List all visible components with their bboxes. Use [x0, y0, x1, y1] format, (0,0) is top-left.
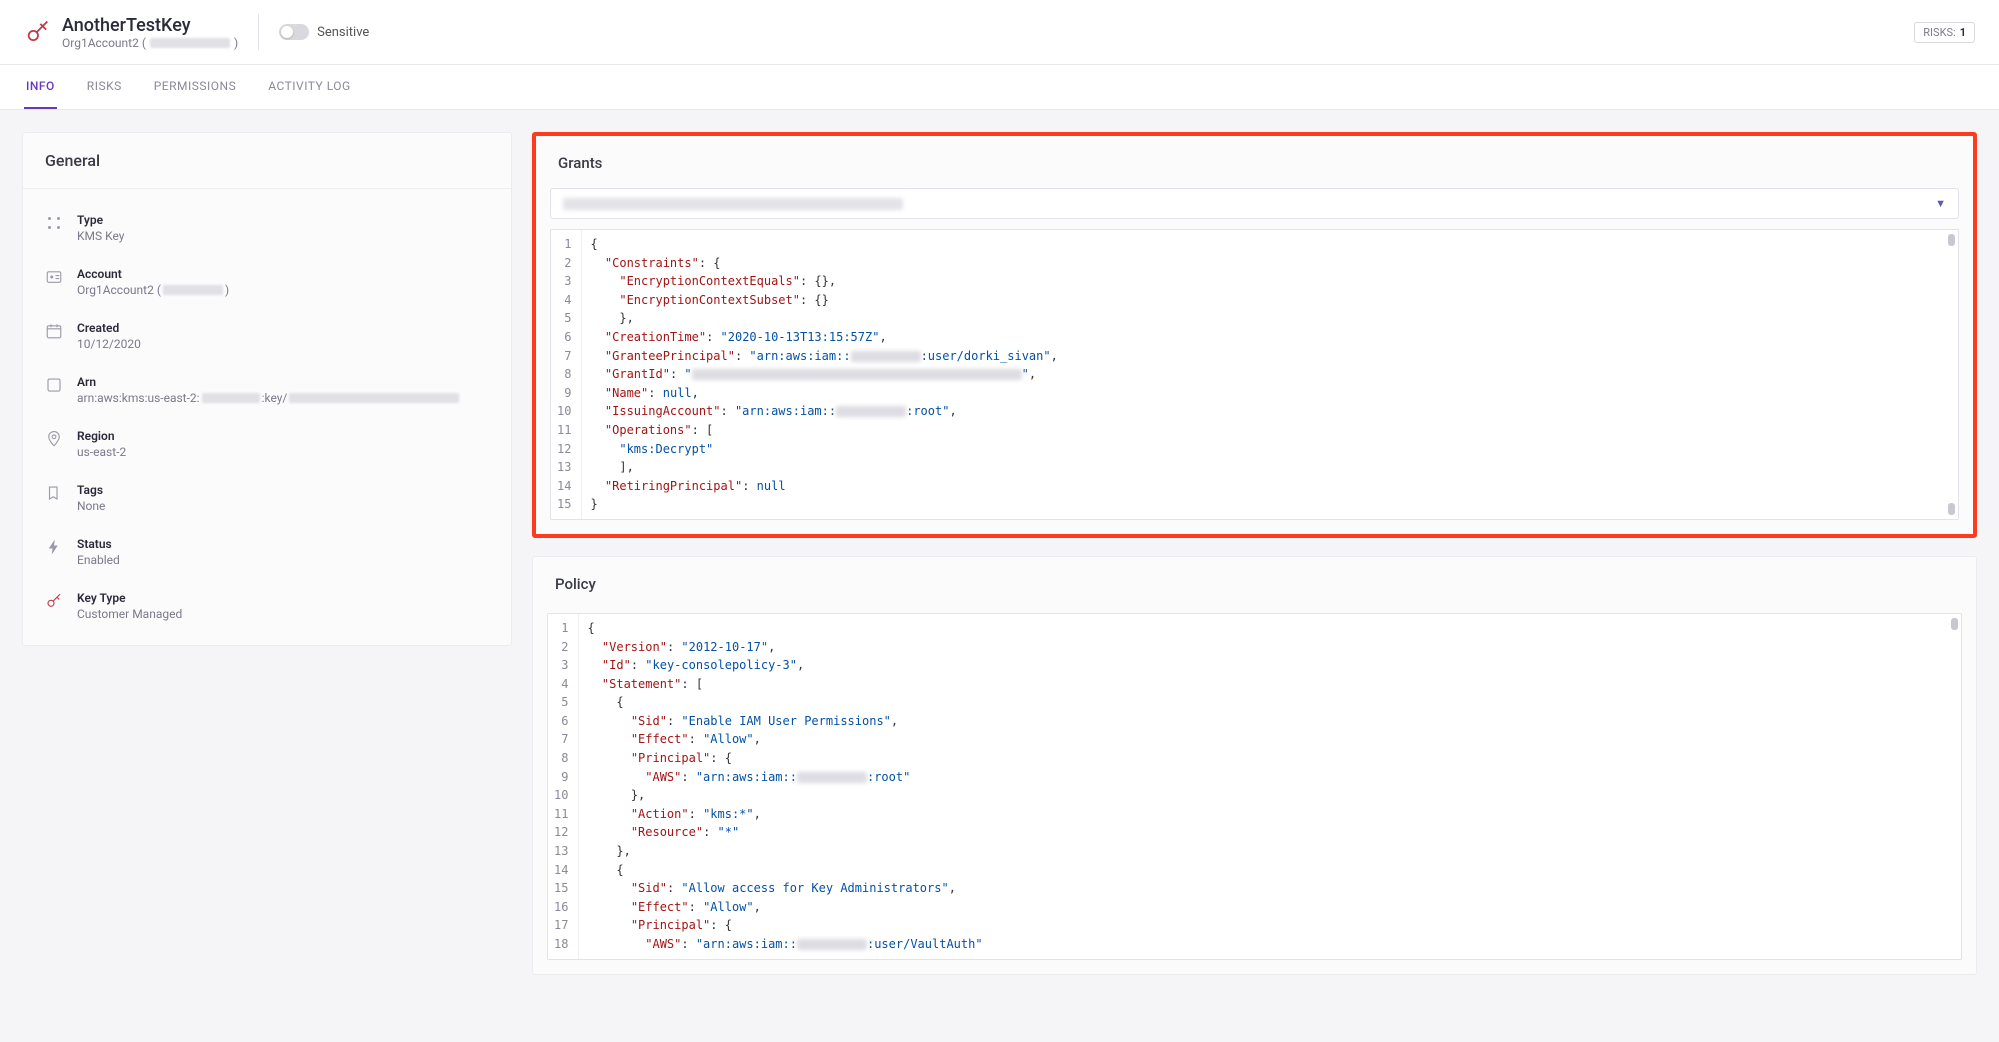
info-row: Type KMS Key — [23, 201, 511, 255]
tab-risks[interactable]: RISKS — [85, 65, 124, 109]
scrollbar-top-icon[interactable] — [1948, 234, 1955, 246]
info-list: Type KMS Key Account Org1Account2 () Created… — [23, 189, 511, 645]
general-title: General — [23, 133, 511, 189]
grants-title: Grants — [536, 136, 1973, 182]
policy-code[interactable]: 123456789101112131415161718 { "Version":… — [547, 613, 1962, 960]
code-lines[interactable]: { "Constraints": { "EncryptionContextEqu… — [582, 230, 1958, 519]
arn-icon — [45, 376, 63, 394]
selector-value-redacted — [563, 198, 903, 210]
info-label: Created — [77, 321, 141, 335]
divider — [258, 14, 259, 50]
code-lines[interactable]: { "Version": "2012-10-17", "Id": "key-co… — [579, 614, 1961, 959]
breadcrumb: Org1Account2 () — [62, 36, 238, 50]
region-icon — [45, 430, 63, 448]
info-row: Region us-east-2 — [23, 417, 511, 471]
page-header: AnotherTestKey Org1Account2 () Sensitive… — [0, 0, 1999, 65]
calendar-icon — [45, 322, 63, 340]
policy-panel: Policy 123456789101112131415161718 { "Ve… — [532, 556, 1977, 975]
info-row: Created 10/12/2020 — [23, 309, 511, 363]
toggle-switch-icon[interactable] — [279, 24, 309, 40]
line-gutter: 123456789101112131415161718 — [548, 614, 579, 959]
risks-badge[interactable]: RISKS: 1 — [1914, 22, 1975, 43]
info-label: Tags — [77, 483, 105, 497]
info-label: Account — [77, 267, 229, 281]
chevron-down-icon: ▼ — [1935, 197, 1946, 210]
general-panel: General Type KMS Key Account Org1Account2 (… — [22, 132, 512, 646]
info-label: Arn — [77, 375, 461, 389]
info-value: Customer Managed — [77, 607, 182, 621]
info-value: None — [77, 499, 105, 513]
info-value: us-east-2 — [77, 445, 126, 459]
grants-panel: Grants ▼ 123456789101112131415 { "Constr… — [532, 132, 1977, 538]
line-gutter: 123456789101112131415 — [551, 230, 582, 519]
info-row: Account Org1Account2 () — [23, 255, 511, 309]
info-label: Type — [77, 213, 124, 227]
info-label: Status — [77, 537, 120, 551]
info-row: Arnarn:aws:kms:us-east-2::key/ — [23, 363, 511, 417]
key-icon — [24, 18, 52, 46]
keytype-icon — [45, 592, 63, 610]
info-row: Key Type Customer Managed — [23, 579, 511, 633]
info-label: Region — [77, 429, 126, 443]
info-value: 10/12/2020 — [77, 337, 141, 351]
info-value: Org1Account2 () — [77, 283, 229, 297]
tab-permissions[interactable]: PERMISSIONS — [152, 65, 238, 109]
scrollbar-bottom-icon[interactable] — [1948, 503, 1955, 515]
info-row: Status Enabled — [23, 525, 511, 579]
scrollbar-top-icon[interactable] — [1951, 618, 1958, 630]
info-label: Key Type — [77, 591, 182, 605]
policy-title: Policy — [533, 557, 1976, 603]
page-title: AnotherTestKey — [62, 15, 238, 36]
right-column: Grants ▼ 123456789101112131415 { "Constr… — [532, 132, 1977, 975]
tabs: INFO RISKS PERMISSIONS ACTIVITY LOG — [0, 65, 1999, 110]
info-value: arn:aws:kms:us-east-2::key/ — [77, 391, 461, 405]
info-value: Enabled — [77, 553, 120, 567]
account-icon — [45, 268, 63, 286]
info-value: KMS Key — [77, 229, 124, 243]
sensitive-toggle[interactable]: Sensitive — [279, 24, 369, 40]
info-row: Tags None — [23, 471, 511, 525]
content: General Type KMS Key Account Org1Account2 (… — [0, 110, 1999, 997]
tab-info[interactable]: INFO — [24, 65, 57, 109]
tag-icon — [45, 484, 63, 502]
type-icon — [45, 214, 63, 232]
grants-code[interactable]: 123456789101112131415 { "Constraints": {… — [550, 229, 1959, 520]
status-icon — [45, 538, 63, 556]
tab-activity-log[interactable]: ACTIVITY LOG — [266, 65, 353, 109]
grant-selector[interactable]: ▼ — [550, 188, 1959, 219]
